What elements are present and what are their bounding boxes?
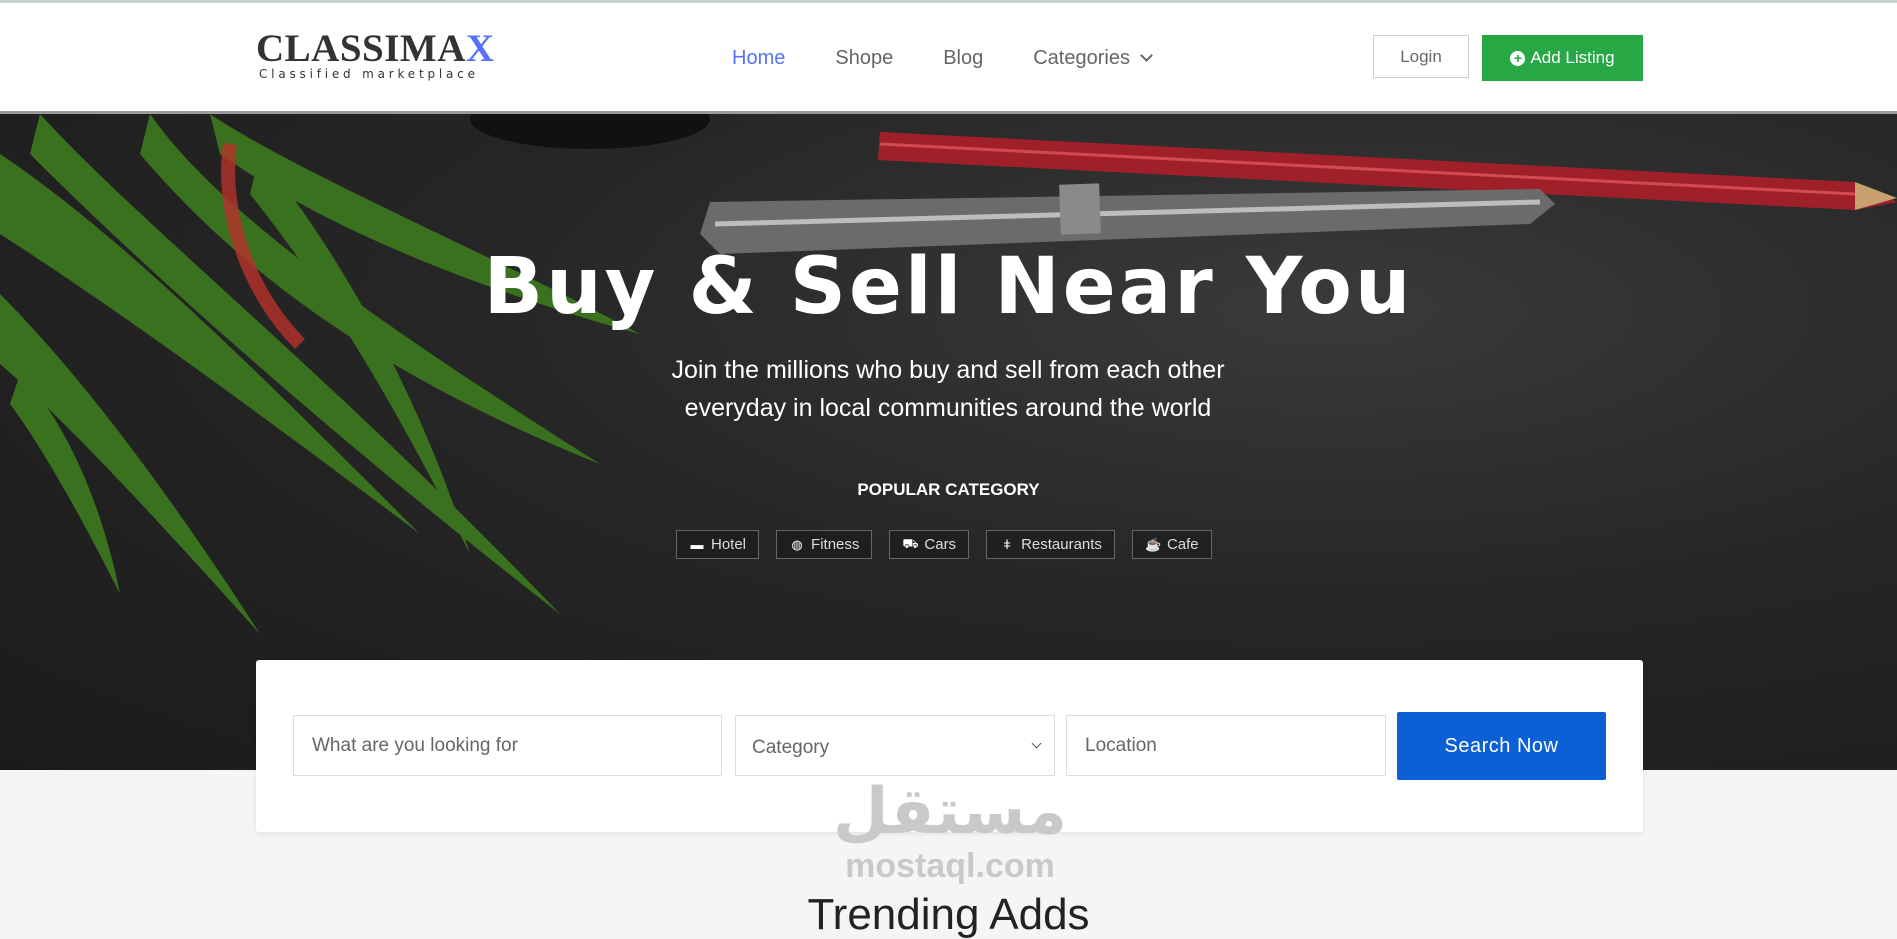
nav-categories-label: Categories <box>1033 47 1130 69</box>
category-cafe[interactable]: ☕ Cafe <box>1131 530 1212 559</box>
coffee-icon: ☕ <box>1144 536 1162 552</box>
category-cars-label: Cars <box>924 536 957 553</box>
keyword-input[interactable] <box>310 733 721 758</box>
chevron-down-icon <box>1140 49 1153 62</box>
nav-shope[interactable]: Shope <box>835 47 893 69</box>
cutlery-icon: ǂ <box>1003 537 1011 552</box>
category-fitness-label: Fitness <box>811 536 860 553</box>
login-button[interactable]: Login <box>1373 35 1469 78</box>
plus-circle-icon: + <box>1510 50 1526 66</box>
search-now-button[interactable]: Search Now <box>1397 712 1606 780</box>
bed-icon: ▬ <box>690 537 704 552</box>
popular-category-heading: POPULAR CATEGORY <box>857 480 1040 499</box>
nav-blog[interactable]: Blog <box>943 47 983 69</box>
logo[interactable]: CLASSIMAX Classified marketplace <box>256 27 506 82</box>
hero-title: Buy & Sell Near You <box>483 242 1414 332</box>
add-listing-button[interactable]: + Add Listing <box>1482 35 1643 81</box>
hero-subtitle-line1: Join the millions who buy and sell from … <box>671 356 1225 384</box>
hero-subtitle: Join the millions who buy and sell from … <box>648 351 1248 427</box>
watermark-latin: mostaql.com <box>845 847 1055 885</box>
add-listing-label: Add Listing <box>1530 48 1615 67</box>
car-icon: ⛟ <box>902 535 919 551</box>
hero-subtitle-line2: everyday in local communities around the… <box>684 394 1212 422</box>
keyword-field[interactable] <box>293 715 722 776</box>
basketball-icon: ◍ <box>791 536 803 552</box>
nav-categories[interactable]: Categories <box>1033 47 1153 69</box>
location-field[interactable] <box>1066 715 1386 776</box>
category-cars[interactable]: ⛟ Cars <box>889 530 970 559</box>
category-select-value: Category <box>752 736 830 758</box>
category-select[interactable]: Category <box>735 715 1055 776</box>
watermark-arabic: مستقل <box>832 775 1068 849</box>
main-nav: Home Shope Blog Categories <box>732 47 1153 69</box>
category-cafe-label: Cafe <box>1166 536 1199 553</box>
popular-category-list: ▬ Hotel ◍ Fitness ⛟ Cars ǂ Restaurants ☕… <box>676 530 1212 559</box>
logo-text: CLASSIMAX <box>256 27 495 70</box>
nav-home[interactable]: Home <box>732 47 785 69</box>
section-title: Trending Adds <box>807 890 1090 939</box>
category-hotel[interactable]: ▬ Hotel <box>676 530 760 559</box>
category-fitness[interactable]: ◍ Fitness <box>776 530 873 559</box>
logo-tagline: Classified marketplace <box>259 67 479 81</box>
category-restaurants[interactable]: ǂ Restaurants <box>986 530 1115 559</box>
category-restaurants-label: Restaurants <box>1021 536 1102 553</box>
watermark: مستقل mostaql.com <box>800 780 1100 886</box>
category-hotel-label: Hotel <box>711 536 747 553</box>
location-input[interactable] <box>1083 733 1385 758</box>
site-header: CLASSIMAX Classified marketplace Home Sh… <box>0 3 1897 114</box>
